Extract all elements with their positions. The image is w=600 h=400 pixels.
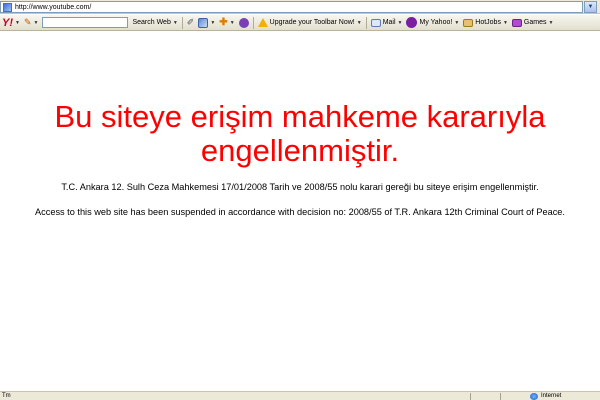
search-input[interactable] [42,17,129,28]
page-icon [3,2,12,12]
briefcase-icon [463,18,474,27]
zone-label: Internet [541,393,562,399]
warning-icon [257,18,268,27]
address-url: http://www.youtube.com/ [15,3,92,11]
games-icon [511,18,522,27]
search-web-button[interactable]: Search Web ▼ [130,16,179,30]
pencil-button[interactable]: ✎ ▼ [22,16,41,30]
search-web-label: Search Web [132,19,171,26]
hotjobs-label: HotJobs [475,19,501,26]
highlighter-icon: ✐ [186,17,195,27]
yahoo-toolbar: Y! ▼ ✎ ▼ Search Web ▼ ✐ ▼ ✚ ▼ Upgrade yo… [0,15,600,31]
highlight-button[interactable]: ✐ [185,16,197,30]
hotjobs-button[interactable]: HotJobs ▼ [461,16,510,30]
chevron-down-icon: ▼ [33,19,39,26]
pencil-icon: ✎ [23,17,32,27]
english-court-notice: Access to this web site has been suspend… [35,207,565,217]
address-input[interactable]: http://www.youtube.com/ [0,1,583,13]
chevron-down-icon: ▼ [454,19,460,26]
status-divider [470,393,471,400]
messenger-icon [238,17,249,28]
my-yahoo-label: My Yahoo! [419,19,453,26]
mail-icon [370,18,381,27]
upgrade-label: Upgrade your Toolbar Now! [269,19,355,26]
block-heading: Bu siteye erişim mahkeme kararıyla engel… [0,100,600,168]
chevron-down-icon: ▼ [210,19,216,26]
status-divider [500,393,501,400]
toolbar-divider [252,16,254,29]
chevron-down-icon: ▼ [502,19,508,26]
my-yahoo-button[interactable]: My Yahoo! ▼ [404,16,461,30]
my-yahoo-icon [406,17,418,28]
status-text: Tm [2,393,11,399]
yahoo-logo: Y! [2,16,13,29]
add-button[interactable]: ✚ ▼ [217,16,236,30]
address-dropdown-button[interactable]: ▼ [584,1,597,13]
toolbar-divider [181,16,183,29]
plus-icon: ✚ [219,17,228,28]
mail-label: Mail [382,19,396,26]
yahoo-logo-button[interactable]: Y! ▼ [0,16,22,30]
chevron-down-icon: ▼ [397,19,403,26]
status-bar: Tm Internet [0,391,600,400]
toolbar-divider [365,16,367,29]
chevron-down-icon: ▼ [229,19,235,26]
games-button[interactable]: Games ▼ [510,16,556,30]
grid-icon [198,17,209,28]
block-heading-line1: Bu siteye erişim mahkeme kararıyla [54,99,546,134]
turkish-court-notice: T.C. Ankara 12. Sulh Ceza Mahkemesi 17/0… [61,182,539,192]
block-heading-line2: engellenmiştir. [200,133,400,168]
upgrade-toolbar-button[interactable]: Upgrade your Toolbar Now! ▼ [256,16,364,30]
chevron-down-icon: ▼ [172,19,178,26]
messenger-button[interactable] [237,16,251,30]
mail-button[interactable]: Mail ▼ [369,16,405,30]
layout-button[interactable]: ▼ [196,16,217,30]
chevron-down-icon: ▼ [15,19,20,26]
internet-zone-icon [530,393,538,400]
address-bar: http://www.youtube.com/ ▼ [0,0,600,14]
chevron-down-icon: ▼ [548,19,554,26]
chevron-down-icon: ▼ [356,19,362,26]
games-label: Games [523,19,547,26]
